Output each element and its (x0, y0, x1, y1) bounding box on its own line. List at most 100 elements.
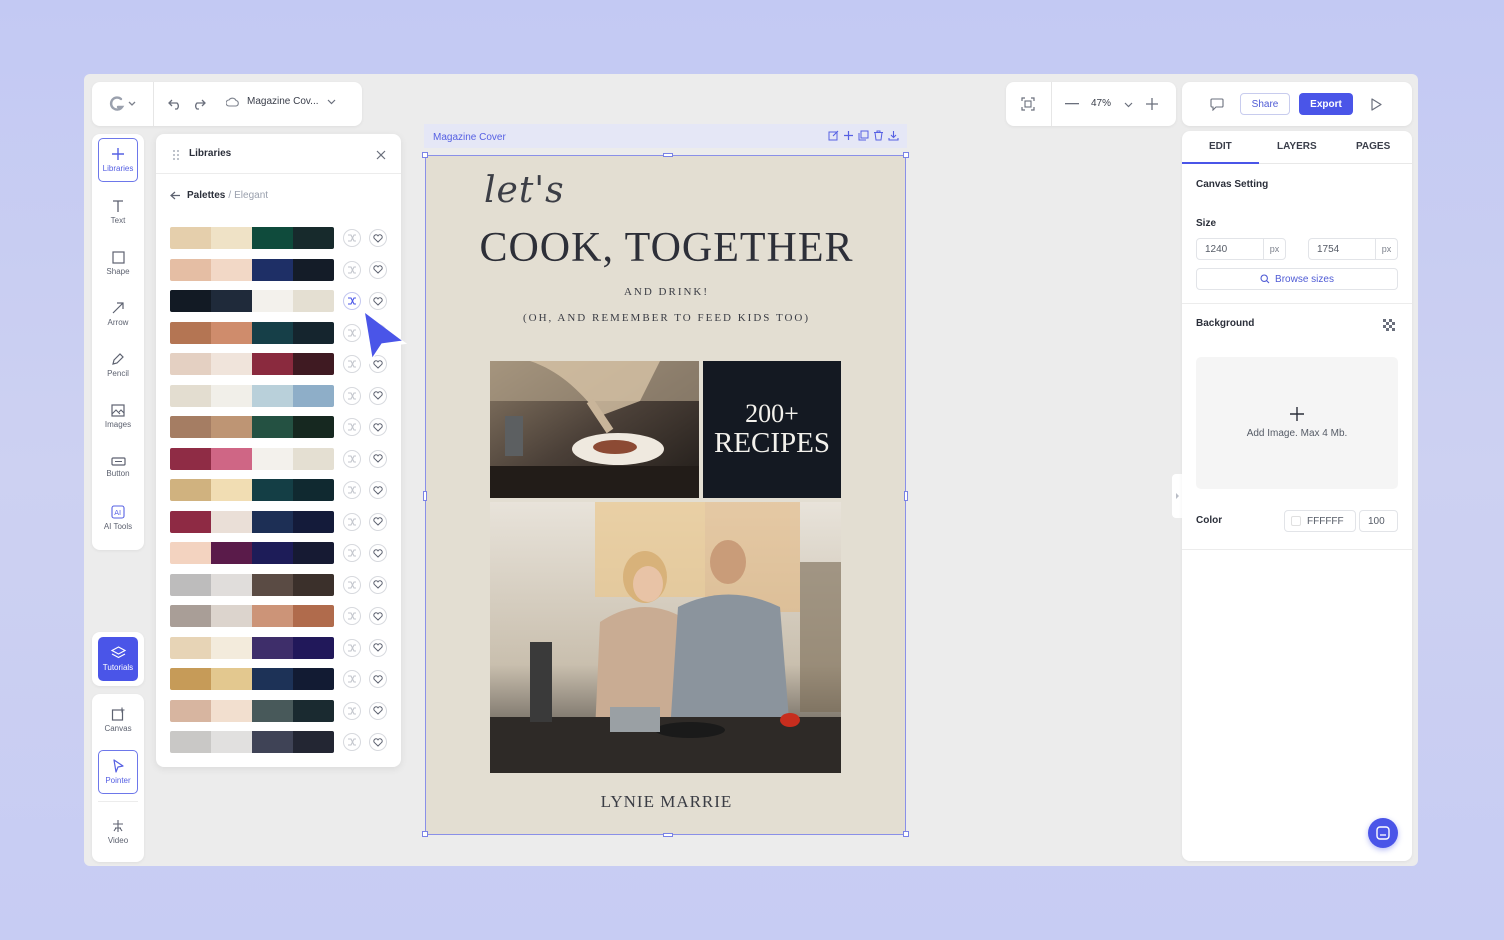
color-swatch[interactable] (170, 510, 211, 533)
add-icon[interactable] (843, 130, 854, 141)
tool-pointer[interactable]: Pointer (98, 750, 138, 794)
palette-swatches[interactable] (170, 353, 334, 375)
favorite-palette-button[interactable] (369, 418, 387, 436)
tool-images[interactable]: Images (98, 394, 138, 438)
palette-row[interactable] (170, 542, 392, 564)
color-swatch[interactable] (211, 668, 252, 690)
canvas-name[interactable]: Magazine Cover (433, 132, 506, 143)
palette-row[interactable] (170, 510, 392, 533)
color-swatch[interactable] (293, 668, 334, 690)
palette-swatches[interactable] (170, 605, 334, 627)
color-swatch[interactable] (293, 447, 334, 470)
palette-swatches[interactable] (170, 384, 334, 407)
color-swatch[interactable] (252, 227, 293, 249)
palette-row[interactable] (170, 605, 392, 627)
export-button[interactable]: Export (1299, 93, 1353, 115)
palette-swatches[interactable] (170, 573, 334, 596)
tool-arrow[interactable]: Arrow (98, 292, 138, 336)
color-swatch[interactable] (293, 573, 334, 596)
color-swatch[interactable] (293, 384, 334, 407)
palette-swatches[interactable] (170, 510, 334, 533)
favorite-palette-button[interactable] (369, 638, 387, 657)
cover-title[interactable]: COOK, TOGETHER (426, 224, 907, 272)
shuffle-palette-button[interactable] (343, 512, 361, 531)
color-swatch[interactable] (252, 668, 293, 690)
color-swatch[interactable] (211, 416, 252, 438)
color-swatch[interactable] (252, 636, 293, 659)
tool-ai[interactable]: AI AI Tools (98, 496, 138, 540)
palette-swatches[interactable] (170, 479, 334, 501)
shuffle-palette-button[interactable] (343, 638, 361, 657)
palette-row[interactable] (170, 479, 392, 501)
chat-support-button[interactable] (1368, 818, 1398, 848)
color-swatch[interactable] (293, 290, 334, 312)
color-swatch[interactable] (293, 731, 334, 753)
favorite-palette-button[interactable] (369, 733, 387, 751)
magazine-cover-canvas[interactable]: let's COOK, TOGETHER AND DRINK! (OH, AND… (422, 152, 909, 837)
duplicate-icon[interactable] (858, 130, 869, 141)
color-swatch[interactable] (252, 510, 293, 533)
resize-handle[interactable] (423, 491, 427, 501)
color-swatch[interactable] (293, 321, 334, 344)
shuffle-palette-button[interactable] (343, 260, 361, 279)
shuffle-palette-button[interactable] (343, 386, 361, 405)
tool-canvas[interactable]: Canvas (98, 698, 138, 742)
shuffle-palette-button[interactable] (343, 481, 361, 499)
color-swatch[interactable] (211, 510, 252, 533)
color-swatch[interactable] (252, 258, 293, 281)
color-swatch[interactable] (170, 227, 211, 249)
document-title-dropdown[interactable]: Magazine Cov... (226, 96, 336, 107)
color-swatch[interactable] (170, 605, 211, 627)
resize-handle[interactable] (663, 833, 673, 837)
palette-row[interactable] (170, 699, 392, 722)
tool-shape[interactable]: Shape (98, 241, 138, 285)
color-swatch[interactable] (211, 227, 252, 249)
palette-row[interactable] (170, 227, 392, 249)
back-arrow-icon[interactable] (170, 191, 181, 200)
shuffle-palette-button[interactable] (343, 449, 361, 468)
color-swatch[interactable] (293, 258, 334, 281)
resize-handle[interactable] (663, 153, 673, 157)
color-swatch[interactable] (170, 416, 211, 438)
tutorials-button[interactable]: Tutorials (98, 637, 138, 681)
palette-row[interactable] (170, 573, 392, 596)
color-swatch[interactable] (211, 542, 252, 564)
resize-handle[interactable] (422, 152, 428, 158)
color-swatch[interactable] (170, 731, 211, 753)
favorite-palette-button[interactable] (369, 481, 387, 499)
color-swatch[interactable] (170, 290, 211, 312)
palette-swatches[interactable] (170, 416, 334, 438)
present-button[interactable] (1367, 95, 1385, 113)
share-button[interactable]: Share (1240, 93, 1290, 115)
favorite-palette-button[interactable] (369, 449, 387, 468)
color-swatch[interactable] (211, 258, 252, 281)
trash-icon[interactable] (873, 130, 884, 141)
color-swatch[interactable] (252, 542, 293, 564)
cover-author[interactable]: LYNIE MARRIE (426, 792, 907, 812)
palette-swatches[interactable] (170, 636, 334, 659)
shuffle-palette-button[interactable] (343, 670, 361, 688)
palette-row[interactable] (170, 668, 392, 690)
tab-layers[interactable]: LAYERS (1277, 141, 1317, 152)
color-swatch[interactable] (252, 321, 293, 344)
color-swatch[interactable] (293, 479, 334, 501)
comment-button[interactable] (1208, 95, 1226, 113)
favorite-palette-button[interactable] (369, 670, 387, 688)
transparent-grid-icon[interactable] (1383, 319, 1395, 331)
zoom-out-button[interactable] (1064, 96, 1080, 112)
color-swatch[interactable] (293, 510, 334, 533)
color-swatch[interactable] (252, 731, 293, 753)
tool-pencil[interactable]: Pencil (98, 343, 138, 387)
color-swatch[interactable] (252, 573, 293, 596)
color-swatch[interactable] (252, 479, 293, 501)
palette-swatches[interactable] (170, 290, 334, 312)
app-menu-button[interactable] (104, 94, 140, 114)
color-swatch[interactable] (211, 636, 252, 659)
favorite-palette-button[interactable] (369, 512, 387, 531)
download-icon[interactable] (888, 130, 899, 141)
tab-edit[interactable]: EDIT (1209, 141, 1232, 152)
tab-pages[interactable]: PAGES (1356, 141, 1390, 152)
zoom-level[interactable]: 47% (1091, 98, 1111, 109)
color-swatch[interactable] (293, 699, 334, 722)
color-swatch[interactable] (170, 321, 211, 344)
